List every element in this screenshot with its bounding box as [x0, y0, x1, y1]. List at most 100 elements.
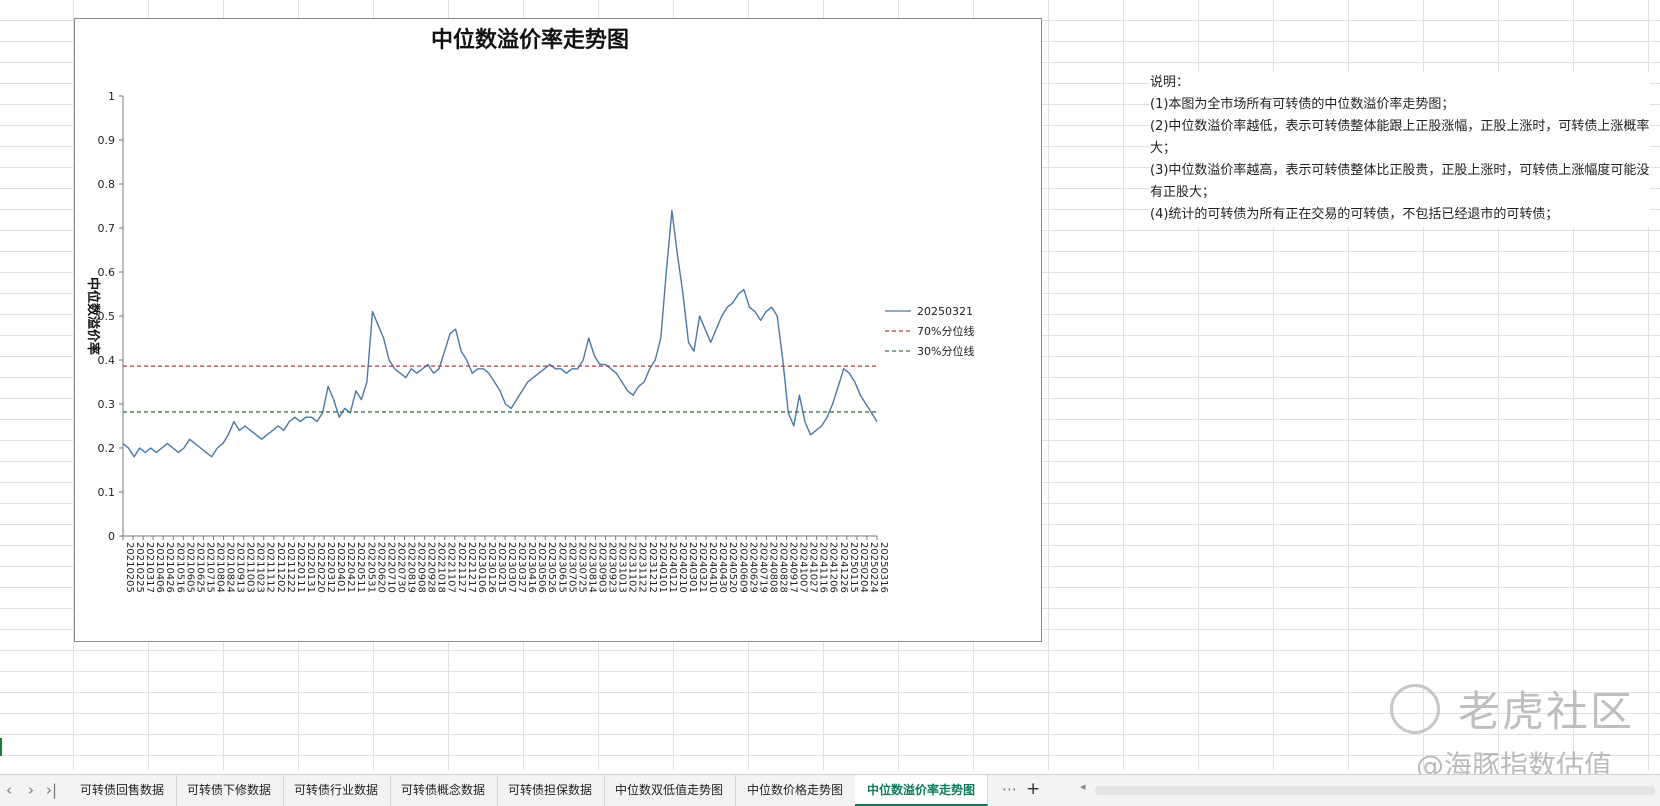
tab-industry-data[interactable]: 可转债行业数据 — [282, 775, 392, 806]
x-tick-label: 20231013 — [617, 542, 628, 593]
x-tick-label: 20210317 — [144, 542, 155, 593]
x-tick-label: 20210824 — [225, 542, 236, 593]
cell-selection-marker — [0, 738, 2, 756]
x-tick-label: 20241116 — [818, 542, 829, 593]
x-tick-label: 20210715 — [204, 542, 215, 593]
x-tick-label: 20210205 — [124, 542, 135, 593]
x-tick-label: 20230705 — [566, 542, 577, 593]
first-sheet-button[interactable]: ‹ — [6, 781, 12, 799]
x-tick-label: 20220819 — [405, 542, 416, 593]
x-tick-label: 20240101 — [657, 542, 668, 593]
y-tick-label: 0.1 — [98, 486, 116, 499]
tab-concept-data[interactable]: 可转债概念数据 — [389, 775, 499, 806]
notes-line-2: (2)中位数溢价率越低，表示可转债整体能跟上正股涨幅，正股上涨时，可转债上涨概率… — [1150, 119, 1650, 156]
x-tick-label: 20240719 — [757, 542, 768, 593]
x-tick-label: 20231102 — [627, 542, 638, 593]
x-tick-label: 20220111 — [295, 542, 306, 593]
x-tick-label: 20230506 — [536, 542, 547, 593]
y-tick-label: 1 — [108, 90, 115, 103]
tiger-logo-icon — [1390, 684, 1440, 734]
x-tick-label: 20210516 — [174, 542, 185, 593]
x-tick-label: 20220730 — [395, 542, 406, 593]
tab-downward-revision-data[interactable]: 可转债下修数据 — [175, 775, 285, 806]
x-tick-label: 20210804 — [214, 542, 225, 593]
x-tick-label: 20220908 — [416, 542, 427, 593]
x-tick-label: 20210625 — [194, 542, 205, 593]
x-tick-label: 20211222 — [285, 542, 296, 593]
tab-median-double-low[interactable]: 中位数双低值走势图 — [603, 775, 737, 806]
x-tick-label: 20211023 — [255, 542, 266, 593]
x-tick-label: 20230615 — [556, 542, 567, 593]
x-tick-label: 20211003 — [245, 542, 256, 593]
watermark: 老虎社区 @海豚指数估值 — [1390, 678, 1652, 788]
tab-median-premium-active[interactable]: 中位数溢价率走势图 — [855, 775, 989, 806]
tab-putback-data[interactable]: 可转债回售数据 — [68, 775, 178, 806]
x-tick-label: 20241027 — [808, 542, 819, 593]
x-tick-label: 20210225 — [134, 542, 145, 593]
y-tick-label: 0.6 — [98, 266, 116, 279]
y-tick-label: 0.2 — [98, 442, 116, 455]
notes-line-3: (3)中位数溢价率越高，表示可转债整体比正股贵，正股上涨时，可转债上涨幅度可能没… — [1150, 163, 1650, 200]
y-tick-label: 0.9 — [98, 134, 116, 147]
x-tick-label: 20230215 — [496, 542, 507, 593]
x-tick-label: 20230327 — [516, 542, 527, 593]
legend-label-0: 20250321 — [917, 305, 973, 318]
legend-label-2: 30%分位线 — [917, 344, 974, 358]
notes-textbox[interactable]: 说明： (1)本图为全市场所有可转债的中位数溢价率走势图； (2)中位数溢价率越… — [1150, 72, 1650, 227]
prev-sheet-button[interactable]: › — [28, 781, 34, 799]
x-tick-label: 20230923 — [607, 542, 618, 593]
y-tick-label: 0 — [108, 530, 115, 543]
scroll-left-icon[interactable]: ◂ — [1080, 780, 1086, 793]
x-tick-label: 20241007 — [798, 542, 809, 593]
y-tick-label: 0.8 — [98, 178, 116, 191]
x-tick-label: 20220220 — [315, 542, 326, 593]
x-tick-label: 20240520 — [727, 542, 738, 593]
horizontal-scrollbar[interactable] — [1095, 786, 1655, 795]
x-tick-label: 20231212 — [647, 542, 658, 593]
x-tick-label: 20230903 — [597, 542, 608, 593]
tab-median-price[interactable]: 中位数价格走势图 — [735, 775, 857, 806]
x-tick-label: 20221018 — [436, 542, 447, 593]
x-tick-label: 20250316 — [878, 542, 889, 593]
x-tick-label: 20240410 — [707, 542, 718, 593]
x-tick-label: 20221217 — [466, 542, 477, 593]
x-tick-label: 20230416 — [526, 542, 537, 593]
x-tick-label: 20220421 — [345, 542, 356, 593]
x-tick-label: 20230725 — [576, 542, 587, 593]
x-tick-label: 20230126 — [486, 542, 497, 593]
x-tick-label: 20220312 — [325, 542, 336, 593]
x-tick-label: 20241226 — [838, 542, 849, 593]
x-tick-label: 20250224 — [868, 542, 879, 593]
x-tick-label: 20211112 — [265, 542, 276, 593]
more-sheets-icon[interactable]: ⋯ — [1002, 780, 1017, 798]
x-tick-label: 20220511 — [355, 542, 366, 593]
x-tick-label: 20250115 — [848, 542, 859, 593]
x-tick-label: 20220620 — [375, 542, 386, 593]
x-tick-label: 20210913 — [235, 542, 246, 593]
notes-line-heading: 说明： — [1150, 75, 1190, 90]
add-sheet-button[interactable]: + — [1026, 779, 1040, 799]
x-tick-label: 20230814 — [586, 542, 597, 593]
y-tick-label: 0.5 — [98, 310, 116, 323]
y-tick-label: 0.3 — [98, 398, 116, 411]
x-tick-label: 20231122 — [637, 542, 648, 593]
chart-container[interactable]: 中位数溢价率走势图 中位数溢价率 0 0.1 0.2 0.3 0.4 0.5 0.6 0.7 0.8… — [74, 18, 1042, 642]
y-tick-label: 0.7 — [98, 222, 116, 235]
x-tick-label: 20240210 — [677, 542, 688, 593]
x-tick-label: 20220928 — [426, 542, 437, 593]
x-tick-label: 20220531 — [365, 542, 376, 593]
x-tick-label: 20230526 — [546, 542, 557, 593]
tab-guarantee-data[interactable]: 可转债担保数据 — [496, 775, 606, 806]
x-tick-label: 20221107 — [446, 542, 457, 593]
x-tick-label: 20241206 — [828, 542, 839, 593]
notes-line-4: (4)统计的可转债为所有正在交易的可转债，不包括已经退市的可转债； — [1150, 207, 1559, 222]
x-tick-label: 20220131 — [305, 542, 316, 593]
x-tick-label: 20211202 — [275, 542, 286, 593]
sheet-tab-bar: ‹ › ›| 可转债回售数据 可转债下修数据 可转债行业数据 可转债概念数据 可… — [0, 774, 1660, 806]
last-sheet-button[interactable]: ›| — [46, 781, 57, 799]
x-tick-label: 20220710 — [385, 542, 396, 593]
legend-label-1: 70%分位线 — [917, 324, 974, 338]
x-tick-label: 20220401 — [335, 542, 346, 593]
x-tick-label: 20240321 — [697, 542, 708, 593]
x-tick-label: 20240609 — [737, 542, 748, 593]
